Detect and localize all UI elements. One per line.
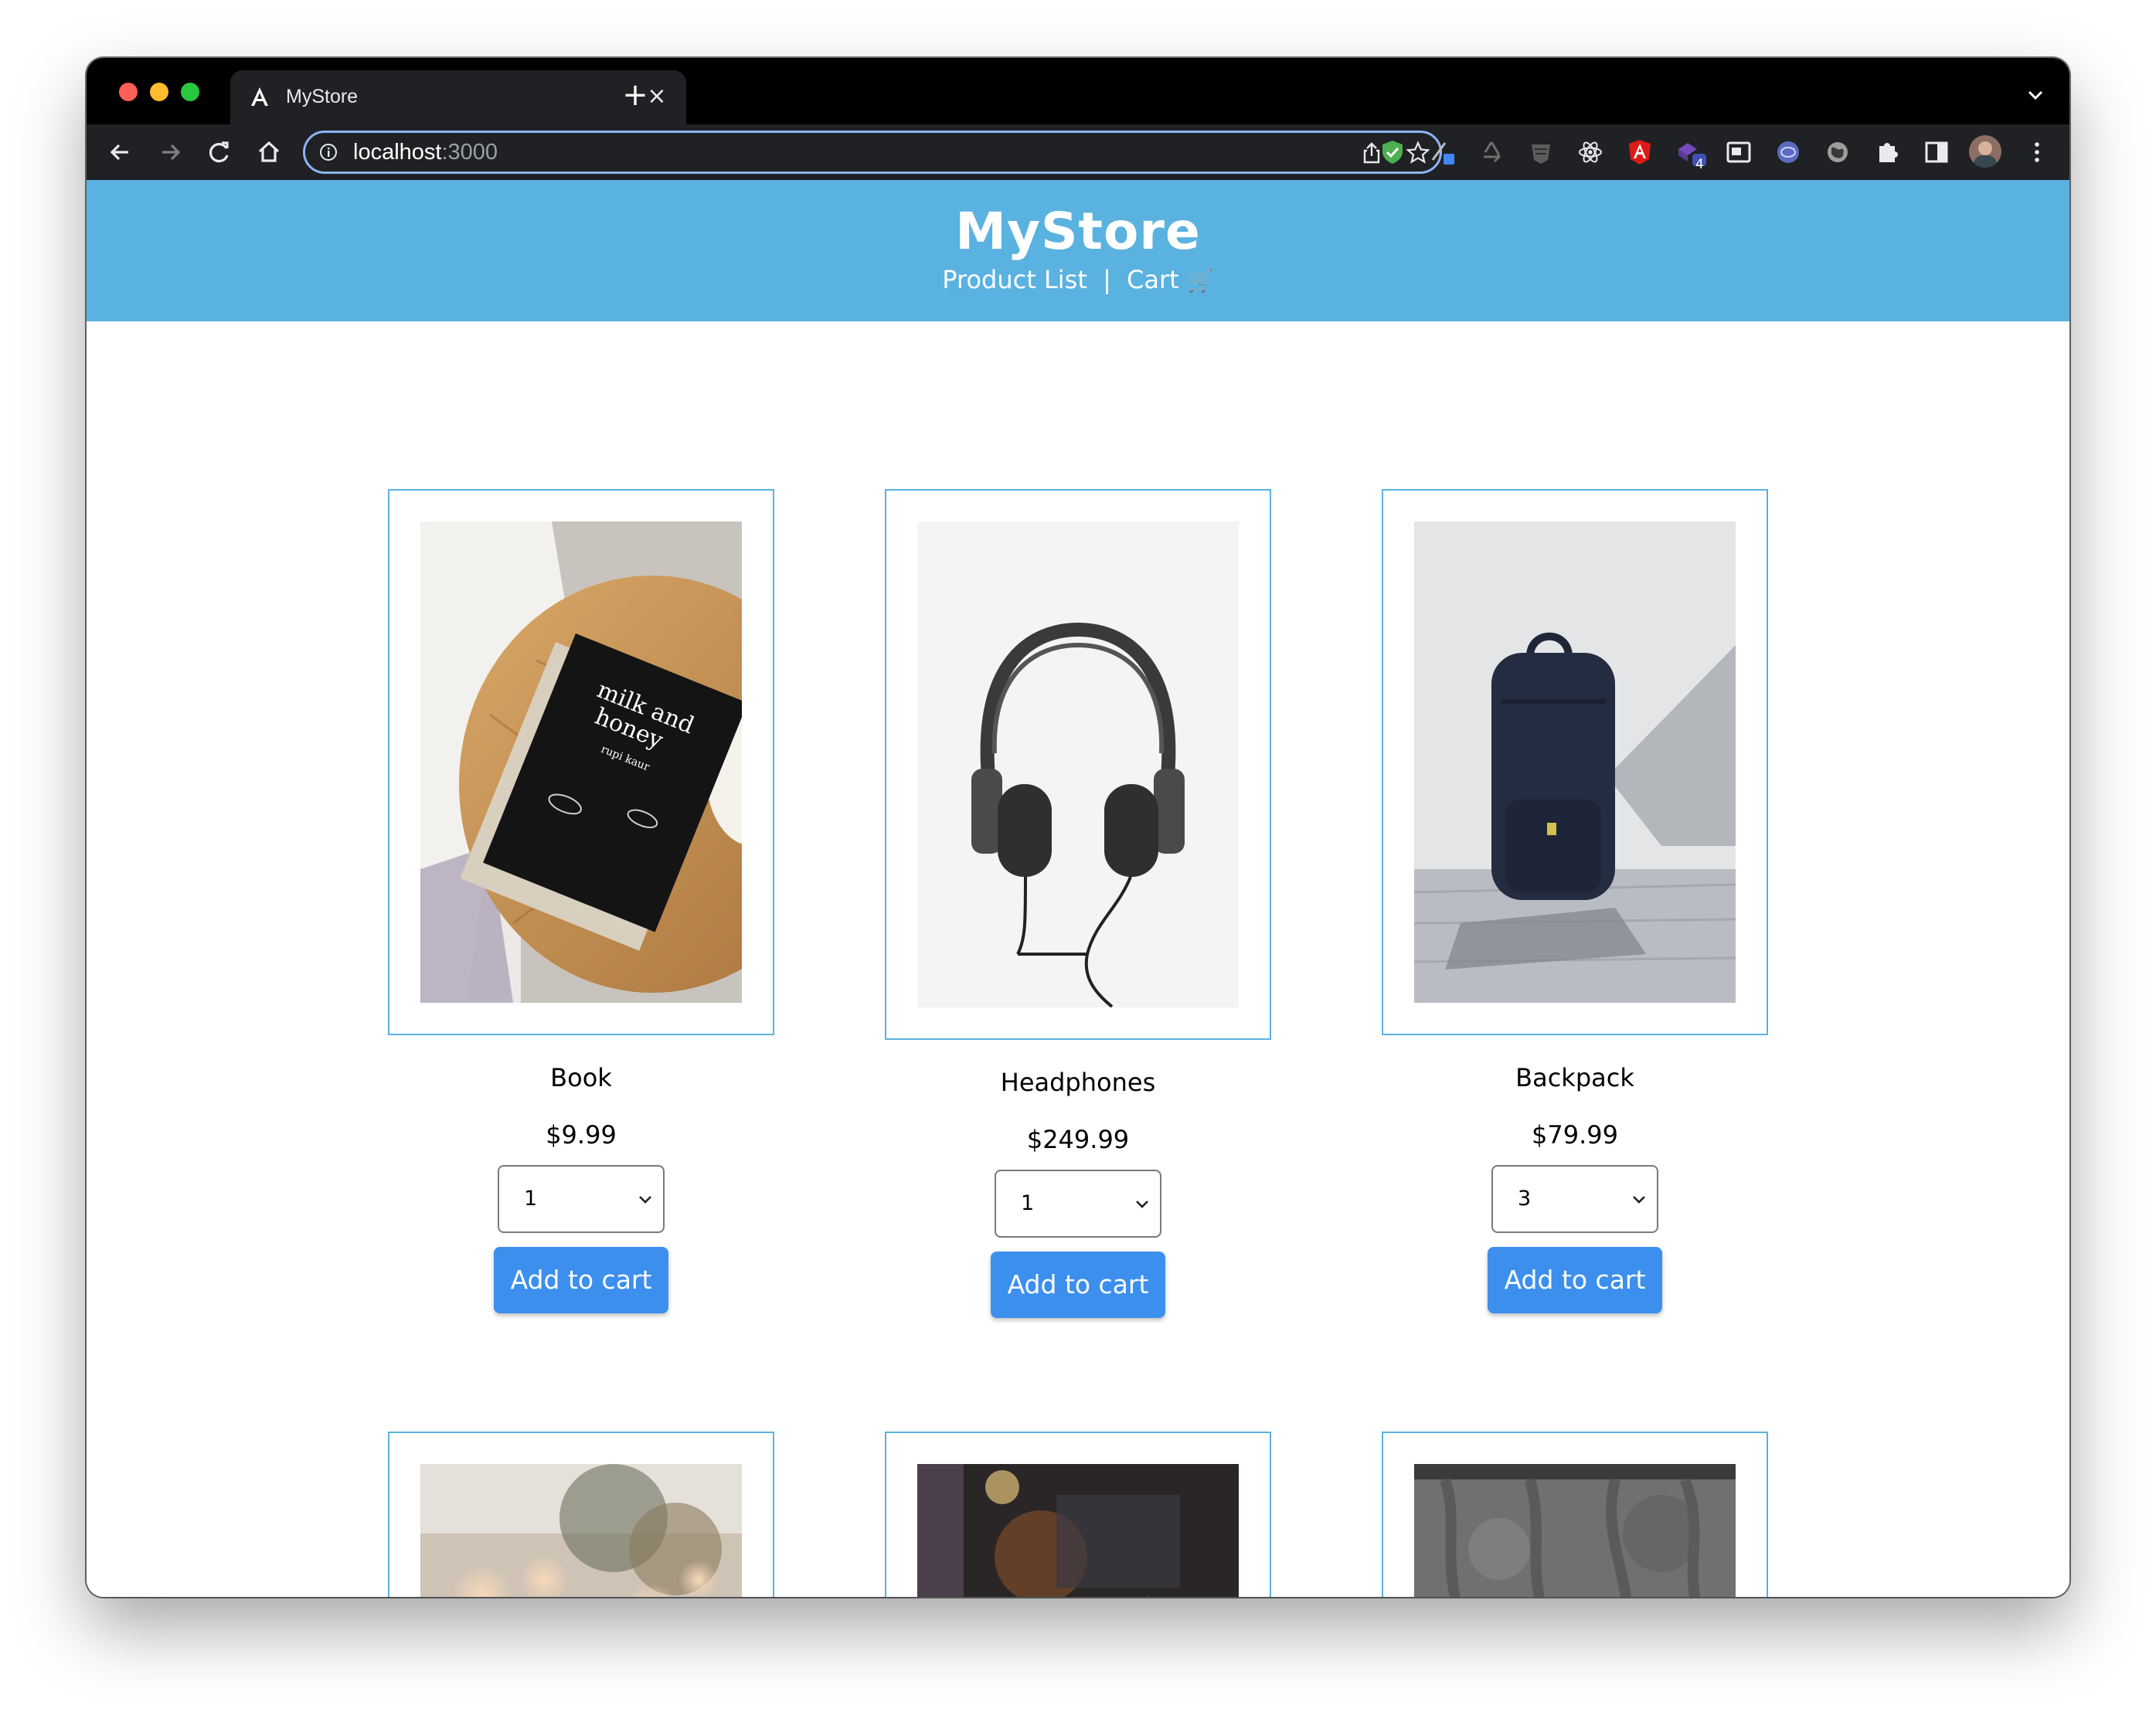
react-extension-icon[interactable] [1576, 138, 1604, 166]
add-to-cart-button[interactable]: Add to cart [494, 1247, 668, 1313]
chevron-down-icon [1136, 1201, 1148, 1208]
browser-tab[interactable]: MyStore × [230, 70, 686, 124]
sidepanel-icon[interactable] [1923, 138, 1950, 166]
product-card [388, 1432, 774, 1597]
quantity-value: 1 [524, 1187, 538, 1211]
product-photo[interactable] [1414, 1464, 1736, 1597]
maximize-window-button[interactable] [181, 83, 199, 101]
browser-window: MyStore × + localhost:3000 4 MyStore Pro… [87, 58, 2069, 1597]
product-name: Book [550, 1063, 612, 1092]
window-extension-icon[interactable] [1725, 138, 1753, 166]
quantity-value: 3 [1518, 1187, 1532, 1211]
quantity-select[interactable]: 3 [1491, 1165, 1658, 1233]
tab-strip: MyStore × + [87, 58, 2069, 124]
angular-icon [249, 86, 270, 109]
angular-extension-icon[interactable] [1626, 138, 1654, 166]
pen-extension-icon[interactable] [1428, 138, 1456, 166]
add-to-cart-button[interactable]: Add to cart [1488, 1247, 1662, 1313]
globe-extension-icon[interactable] [1824, 138, 1852, 166]
cart-icon[interactable]: 🛒 [1187, 268, 1214, 294]
quantity-select[interactable]: 1 [995, 1170, 1161, 1238]
product-card: Headphones $249.99 1 Add to cart [885, 489, 1271, 1318]
product-card: Backpack $79.99 3 Add to cart [1382, 489, 1768, 1313]
book-photo[interactable]: milk and honey rupi kaur [420, 521, 742, 1003]
product-price: $9.99 [546, 1120, 617, 1150]
puzzle-extension-icon[interactable] [1873, 138, 1901, 166]
site-header: MyStore Product List | Cart 🛒 [87, 180, 2069, 321]
backpack-photo[interactable] [1414, 521, 1736, 1003]
product-name: Headphones [1000, 1068, 1156, 1097]
product-price: $79.99 [1532, 1120, 1618, 1150]
chevron-down-icon[interactable] [2025, 84, 2046, 106]
quantity-value: 1 [1021, 1191, 1035, 1215]
product-name: Backpack [1515, 1063, 1634, 1092]
back-arrow-icon[interactable] [105, 137, 136, 168]
bookmark-star-icon[interactable] [1406, 141, 1430, 165]
tab-title: MyStore [286, 86, 359, 107]
shield-extension-icon[interactable] [1379, 138, 1406, 166]
product-photo[interactable] [420, 1464, 742, 1597]
address-bar[interactable]: localhost:3000 [303, 131, 1442, 174]
product-image-frame [1382, 1432, 1768, 1597]
product-image-frame [388, 1432, 774, 1597]
quantity-select[interactable]: 1 [498, 1165, 665, 1233]
forward-arrow-icon[interactable] [155, 137, 185, 168]
globe-extension-icon[interactable] [1774, 138, 1802, 166]
brand-title: MyStore [955, 202, 1201, 261]
recycle-extension-icon[interactable] [1478, 138, 1505, 166]
more-menu-icon[interactable] [2023, 138, 2051, 166]
headphones-photo[interactable] [917, 521, 1239, 1007]
site-nav: Product List | Cart 🛒 [87, 265, 2069, 294]
nav-separator: | [1103, 265, 1111, 294]
mask-extension-icon[interactable] [1527, 138, 1555, 166]
product-image-frame [885, 1432, 1271, 1597]
info-icon[interactable] [319, 143, 338, 161]
minimize-window-button[interactable] [150, 83, 168, 101]
product-card: milk and honey rupi kaur Book $9.99 1 Ad… [388, 489, 774, 1313]
browser-toolbar: localhost:3000 4 [87, 124, 2069, 180]
product-image-frame [1382, 489, 1768, 1035]
product-photo[interactable] [917, 1464, 1239, 1597]
url-text[interactable]: localhost:3000 [353, 140, 498, 165]
product-card [1382, 1432, 1768, 1597]
home-icon[interactable] [253, 137, 284, 168]
redux-extension-icon[interactable] [1675, 138, 1709, 166]
reload-icon[interactable] [204, 137, 235, 168]
nav-cart-link[interactable]: Cart [1127, 265, 1179, 294]
url-host: localhost [353, 140, 442, 165]
add-to-cart-button[interactable]: Add to cart [991, 1252, 1165, 1318]
url-port: :3000 [441, 140, 498, 165]
plus-icon[interactable]: + [620, 80, 651, 110]
product-image-frame [885, 489, 1271, 1040]
nav-product-list-link[interactable]: Product List [942, 265, 1087, 294]
chevron-down-icon [1633, 1196, 1645, 1204]
close-window-button[interactable] [119, 83, 138, 101]
page-content: MyStore Product List | Cart 🛒 milk and h… [87, 180, 2069, 1597]
chevron-down-icon [639, 1196, 651, 1204]
product-image-frame: milk and honey rupi kaur [388, 489, 774, 1035]
extension-badge: 4 [1695, 157, 1704, 172]
profile-avatar[interactable] [1969, 135, 2001, 168]
product-card [885, 1432, 1271, 1597]
product-price: $249.99 [1026, 1125, 1130, 1154]
